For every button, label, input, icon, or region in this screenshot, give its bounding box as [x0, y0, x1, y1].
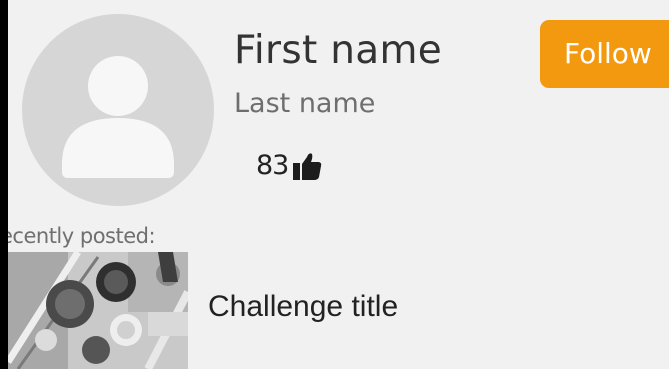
- user-placeholder-icon: [22, 14, 214, 206]
- last-name: Last name: [234, 88, 376, 119]
- thumbs-up-icon[interactable]: [292, 151, 322, 181]
- first-name: First name: [234, 28, 443, 73]
- likes-count: 83: [256, 150, 289, 181]
- challenge-title[interactable]: Challenge title: [208, 290, 398, 324]
- challenge-thumbnail[interactable]: [8, 252, 188, 369]
- likes-counter[interactable]: 83: [256, 150, 322, 181]
- profile-card: First name Last name 83 Follow ecently p…: [8, 0, 669, 369]
- follow-button[interactable]: Follow: [540, 20, 669, 88]
- recently-posted-label: ecently posted:: [8, 224, 156, 248]
- avatar[interactable]: [22, 14, 214, 206]
